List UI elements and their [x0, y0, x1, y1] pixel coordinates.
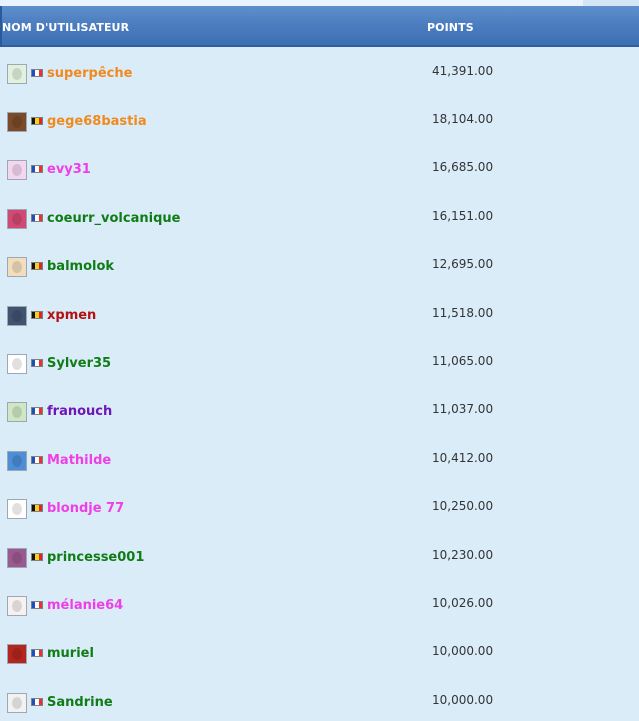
table-row[interactable]: blondje 77 10,250.00 — [0, 482, 639, 530]
table-row[interactable]: coeurr_volcanique 16,151.00 — [0, 192, 639, 240]
fire-avatar-icon[interactable] — [7, 644, 27, 664]
table-row[interactable]: balmolok 12,695.00 — [0, 240, 639, 288]
table-row[interactable]: xpmen 11,518.00 — [0, 289, 639, 337]
eyes-avatar-icon[interactable] — [7, 354, 27, 374]
belgium-flag-icon — [31, 504, 43, 512]
cartoon-avatar-icon[interactable] — [7, 499, 27, 519]
points-value: 10,412.00 — [432, 451, 494, 465]
table-row[interactable]: evy31 16,685.00 — [0, 143, 639, 191]
france-flag-icon — [31, 601, 43, 609]
portrait-avatar-icon[interactable] — [7, 112, 27, 132]
points-value: 11,065.00 — [432, 354, 494, 368]
table-row[interactable]: Sandrine 10,000.00 — [0, 676, 639, 721]
points-value: 10,000.00 — [432, 644, 494, 658]
computer-avatar-icon[interactable] — [7, 306, 27, 326]
table-row[interactable]: Mathilde 10,412.00 — [0, 434, 639, 482]
column-header-points[interactable]: POINTS — [427, 21, 474, 34]
username-link[interactable]: superpêche — [47, 66, 132, 81]
heart-avatar-icon[interactable] — [7, 209, 27, 229]
table-row[interactable]: mélanie64 10,026.00 — [0, 579, 639, 627]
france-flag-icon — [31, 165, 43, 173]
points-value: 10,026.00 — [432, 596, 494, 610]
points-value: 16,151.00 — [432, 209, 494, 223]
table-row[interactable]: Sylver35 11,065.00 — [0, 337, 639, 385]
points-value: 10,230.00 — [432, 548, 494, 562]
column-header-username[interactable]: NOM D'UTILISATEUR — [2, 21, 129, 34]
username-link[interactable]: coeurr_volcanique — [47, 211, 180, 226]
france-flag-icon — [31, 698, 43, 706]
frog-avatar-icon[interactable] — [7, 64, 27, 84]
username-link[interactable]: gege68bastia — [47, 114, 147, 129]
belgium-flag-icon — [31, 117, 43, 125]
table-row[interactable]: gege68bastia 18,104.00 — [0, 95, 639, 143]
username-link[interactable]: Mathilde — [47, 453, 111, 468]
username-link[interactable]: muriel — [47, 646, 94, 661]
framed-picture-avatar-icon[interactable] — [7, 160, 27, 180]
username-link[interactable]: franouch — [47, 404, 112, 419]
france-flag-icon — [31, 649, 43, 657]
sketch-avatar-icon[interactable] — [7, 693, 27, 713]
points-value: 11,037.00 — [432, 402, 494, 416]
points-value: 12,695.00 — [432, 257, 494, 271]
belgium-flag-icon — [31, 553, 43, 561]
username-link[interactable]: evy31 — [47, 162, 91, 177]
france-flag-icon — [31, 214, 43, 222]
username-link[interactable]: blondje 77 — [47, 501, 124, 516]
dragon-avatar-icon[interactable] — [7, 402, 27, 422]
leaderboard-panel: NOM D'UTILISATEUR POINTS superpêche 41,39… — [0, 0, 639, 721]
username-link[interactable]: Sandrine — [47, 695, 113, 710]
table-row[interactable]: princesse001 10,230.00 — [0, 531, 639, 579]
belgium-flag-icon — [31, 311, 43, 319]
princess-avatar-icon[interactable] — [7, 548, 27, 568]
dancer-avatar-icon[interactable] — [7, 451, 27, 471]
france-flag-icon — [31, 407, 43, 415]
doll-avatar-icon[interactable] — [7, 596, 27, 616]
belgium-flag-icon — [31, 262, 43, 270]
username-link[interactable]: balmolok — [47, 259, 114, 274]
face-avatar-icon[interactable] — [7, 257, 27, 277]
username-link[interactable]: xpmen — [47, 308, 96, 323]
username-link[interactable]: Sylver35 — [47, 356, 111, 371]
france-flag-icon — [31, 69, 43, 77]
username-link[interactable]: princesse001 — [47, 550, 144, 565]
points-value: 11,518.00 — [432, 306, 494, 320]
table-row[interactable]: franouch 11,037.00 — [0, 385, 639, 433]
table-row[interactable]: superpêche 41,391.00 — [0, 47, 639, 95]
france-flag-icon — [31, 456, 43, 464]
points-value: 10,250.00 — [432, 499, 494, 513]
points-value: 10,000.00 — [432, 693, 494, 707]
username-link[interactable]: mélanie64 — [47, 598, 123, 613]
points-value: 18,104.00 — [432, 112, 494, 126]
points-value: 41,391.00 — [432, 64, 494, 78]
france-flag-icon — [31, 359, 43, 367]
points-value: 16,685.00 — [432, 160, 494, 174]
table-row[interactable]: muriel 10,000.00 — [0, 627, 639, 675]
leaderboard-header: NOM D'UTILISATEUR POINTS — [0, 6, 639, 47]
